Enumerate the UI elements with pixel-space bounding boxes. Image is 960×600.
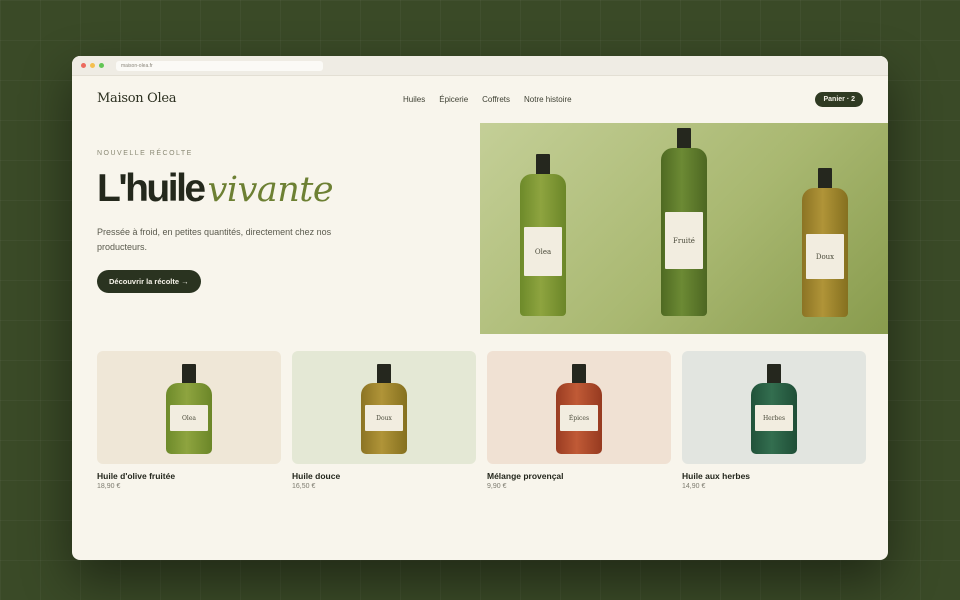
bottle-illustration: Olea bbox=[166, 364, 212, 454]
product-name[interactable]: Mélange provençal bbox=[487, 471, 671, 481]
site-header: Maison Olea Huiles Épicerie Coffrets Not… bbox=[72, 76, 888, 123]
hero-title-main: L'huile bbox=[97, 167, 206, 210]
hero-image: Olea Fruité Doux bbox=[480, 123, 888, 334]
product-name[interactable]: Huile d'olive fruitée bbox=[97, 471, 281, 481]
main-nav: Huiles Épicerie Coffrets Notre histoire bbox=[403, 95, 572, 104]
bottle-illustration: Herbes bbox=[751, 364, 797, 454]
cart-button[interactable]: Panier · 2 bbox=[815, 92, 863, 107]
nav-link-huiles[interactable]: Huiles bbox=[403, 95, 425, 104]
product-card[interactable]: Doux Huile douce 16,50 € bbox=[292, 351, 476, 490]
product-price: 16,50 € bbox=[292, 483, 316, 490]
bottle-illustration: Épices bbox=[556, 364, 602, 454]
bottle-illustration: Fruité bbox=[661, 128, 707, 316]
hero-text: NOUVELLE RÉCOLTE L'huile vivante Pressée … bbox=[97, 150, 457, 293]
product-image[interactable]: Doux bbox=[292, 351, 476, 464]
product-price: 9,90 € bbox=[487, 483, 507, 490]
product-image[interactable]: Épices bbox=[487, 351, 671, 464]
nav-link-notre-histoire[interactable]: Notre histoire bbox=[524, 95, 572, 104]
bottle-label: Olea bbox=[524, 227, 562, 276]
bottle-illustration: Doux bbox=[361, 364, 407, 454]
discover-harvest-button[interactable]: Découvrir la récolte → bbox=[97, 270, 201, 293]
bottle-label: Herbes bbox=[755, 405, 793, 431]
hero-eyebrow: NOUVELLE RÉCOLTE bbox=[97, 150, 193, 157]
product-card[interactable]: Herbes Huile aux herbes 14,90 € bbox=[682, 351, 866, 490]
hero-title-accent: vivante bbox=[207, 170, 334, 210]
product-grid: Olea Huile d'olive fruitée 18,90 € Doux … bbox=[97, 351, 866, 490]
product-image[interactable]: Olea bbox=[97, 351, 281, 464]
nav-link-coffrets[interactable]: Coffrets bbox=[482, 95, 510, 104]
browser-chrome: maison-olea.fr bbox=[72, 56, 888, 76]
brand-logo[interactable]: Maison Olea bbox=[97, 91, 176, 106]
product-card[interactable]: Épices Mélange provençal 9,90 € bbox=[487, 351, 671, 490]
address-bar[interactable]: maison-olea.fr bbox=[116, 61, 323, 71]
product-price: 18,90 € bbox=[97, 483, 121, 490]
bottle-cap bbox=[677, 128, 691, 150]
close-window-dot[interactable] bbox=[81, 63, 86, 68]
product-name[interactable]: Huile douce bbox=[292, 471, 476, 481]
maximize-window-dot[interactable] bbox=[99, 63, 104, 68]
minimize-window-dot[interactable] bbox=[90, 63, 95, 68]
nav-link-epicerie[interactable]: Épicerie bbox=[439, 95, 468, 104]
bottle-label: Fruité bbox=[665, 212, 703, 269]
bottle-label: Olea bbox=[170, 405, 208, 431]
hero-title: L'huile vivante bbox=[97, 169, 457, 208]
bottle-label: Épices bbox=[560, 405, 598, 431]
product-name[interactable]: Huile aux herbes bbox=[682, 471, 866, 481]
product-image[interactable]: Herbes bbox=[682, 351, 866, 464]
bottle-cap bbox=[536, 154, 550, 176]
bottle-label: Doux bbox=[806, 234, 844, 279]
browser-window: maison-olea.fr Maison Olea Huiles Épicer… bbox=[72, 56, 888, 560]
bottle-label: Doux bbox=[365, 405, 403, 431]
bottle-illustration: Olea bbox=[520, 154, 566, 316]
bottle-illustration: Doux bbox=[802, 168, 848, 317]
bottle-cap bbox=[818, 168, 832, 190]
product-card[interactable]: Olea Huile d'olive fruitée 18,90 € bbox=[97, 351, 281, 490]
hero-lead: Pressée à froid, en petites quantités, d… bbox=[97, 227, 332, 252]
product-price: 14,90 € bbox=[682, 483, 706, 490]
